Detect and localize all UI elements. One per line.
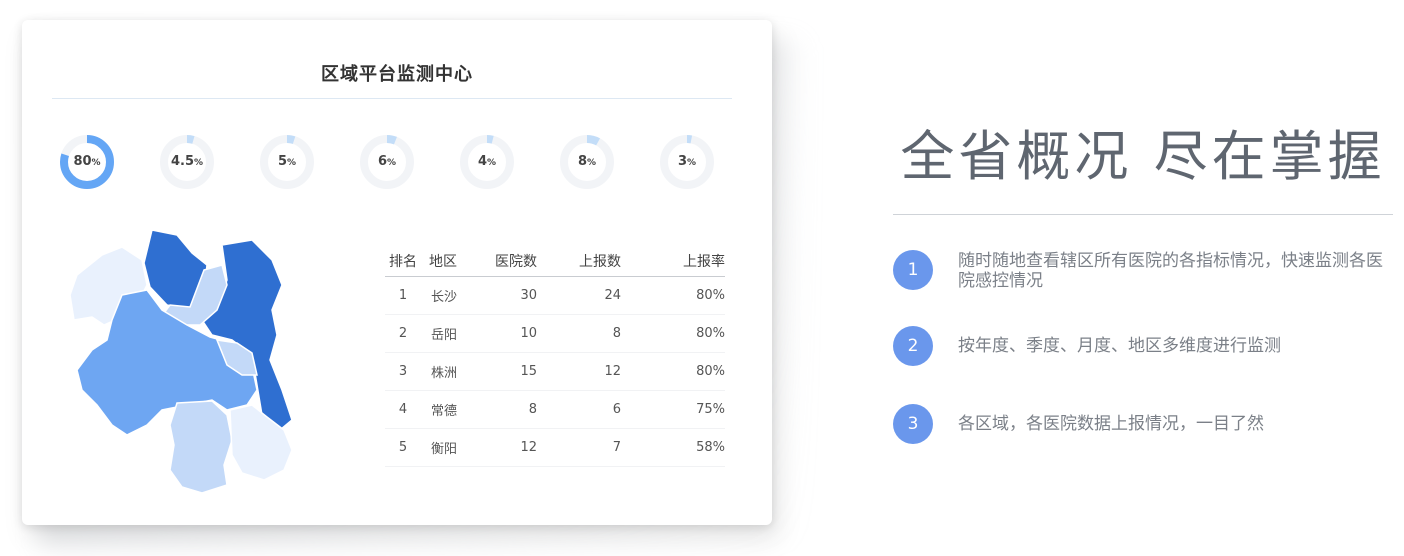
cell-area: 岳阳 [421, 314, 471, 353]
cell-rate: 80% [633, 314, 725, 353]
gauge-unit: % [287, 158, 297, 168]
table-row[interactable]: 2 岳阳 10 8 80% [385, 314, 725, 353]
table-row[interactable]: 4 常德 8 6 75% [385, 390, 725, 429]
cell-rank: 2 [385, 314, 421, 353]
cell-rate: 75% [633, 390, 725, 429]
gauge-value: 4% [458, 133, 516, 191]
cell-hospitals: 8 [471, 390, 551, 429]
cell-rank: 5 [385, 428, 421, 467]
table-row[interactable]: 3 株洲 15 12 80% [385, 352, 725, 391]
gauge-unit: % [387, 158, 397, 168]
cell-rate: 80% [633, 276, 725, 315]
gauge-unit: % [487, 158, 497, 168]
cell-area: 株洲 [421, 352, 471, 391]
headline: 全省概况 尽在掌握 [900, 125, 1386, 188]
header-rate: 上报率 [633, 246, 725, 277]
gauge-number: 6 [377, 154, 387, 169]
feature-text: 按年度、季度、月度、地区多维度进行监测 [958, 336, 1281, 356]
gauge-number: 8 [577, 154, 587, 169]
cell-hospitals: 10 [471, 314, 551, 353]
region-map[interactable] [52, 225, 292, 495]
feature-number-badge: 3 [893, 404, 933, 444]
cell-reported: 8 [551, 314, 633, 353]
gauge-value: 5% [258, 133, 316, 191]
header-hospitals: 医院数 [471, 246, 551, 277]
gauge-number: 5 [277, 154, 287, 169]
feature-text: 各区域，各医院数据上报情况，一目了然 [958, 414, 1264, 434]
cell-hospitals: 12 [471, 428, 551, 467]
cell-area: 长沙 [421, 276, 471, 315]
feature-number-badge: 1 [893, 250, 933, 290]
gauge-value: 4.5% [158, 133, 216, 191]
gauge-6: 8% [558, 133, 616, 191]
cell-area: 衡阳 [421, 428, 471, 467]
card-title: 区域平台监测中心 [321, 64, 473, 85]
cell-reported: 6 [551, 390, 633, 429]
ranking-table: 排名 地区 医院数 上报数 上报率 1 长沙 30 24 80% 2 岳阳 10… [385, 246, 725, 467]
gauge-number: 3 [677, 154, 687, 169]
cell-rank: 4 [385, 390, 421, 429]
header-area: 地区 [421, 246, 471, 277]
cell-rate: 58% [633, 428, 725, 467]
cell-reported: 7 [551, 428, 633, 467]
headline-divider [893, 214, 1393, 215]
table-row[interactable]: 1 长沙 30 24 80% [385, 276, 725, 315]
gauge-number: 4 [477, 154, 487, 169]
gauge-2: 4.5% [158, 133, 216, 191]
gauge-value: 6% [358, 133, 416, 191]
header-rank: 排名 [385, 246, 421, 277]
feature-number-badge: 2 [893, 326, 933, 366]
header-reported: 上报数 [551, 246, 633, 277]
gauge-row: 80% 4.5% 5% 6% 4% 8% 3% [58, 133, 758, 193]
gauge-5: 4% [458, 133, 516, 191]
monitor-card: 区域平台监测中心 80% 4.5% 5% 6% 4% 8% 3% 排名 地区 医院数 上报数… [22, 20, 772, 525]
cell-hospitals: 15 [471, 352, 551, 391]
cell-hospitals: 30 [471, 276, 551, 315]
gauge-number: 80 [73, 154, 92, 169]
feature-text: 随时随地查看辖区所有医院的各指标情况，快速监测各医院感控情况 [958, 251, 1383, 291]
table-header-row: 排名 地区 医院数 上报数 上报率 [385, 246, 725, 277]
cell-rank: 1 [385, 276, 421, 315]
cell-rank: 3 [385, 352, 421, 391]
gauge-unit: % [687, 158, 697, 168]
gauge-unit: % [194, 158, 204, 168]
cell-reported: 12 [551, 352, 633, 391]
gauge-4: 6% [358, 133, 416, 191]
gauge-value: 80% [58, 133, 116, 191]
gauge-value: 8% [558, 133, 616, 191]
gauge-3: 5% [258, 133, 316, 191]
gauge-unit: % [587, 158, 597, 168]
map-region-south[interactable] [169, 400, 233, 494]
gauge-7: 3% [658, 133, 716, 191]
gauge-value: 3% [658, 133, 716, 191]
cell-area: 常德 [421, 390, 471, 429]
cell-rate: 80% [633, 352, 725, 391]
cell-reported: 24 [551, 276, 633, 315]
gauge-1: 80% [58, 133, 116, 191]
gauge-number: 4.5 [170, 154, 194, 169]
card-divider [52, 98, 732, 99]
table-row[interactable]: 5 衡阳 12 7 58% [385, 428, 725, 467]
gauge-unit: % [91, 158, 101, 168]
